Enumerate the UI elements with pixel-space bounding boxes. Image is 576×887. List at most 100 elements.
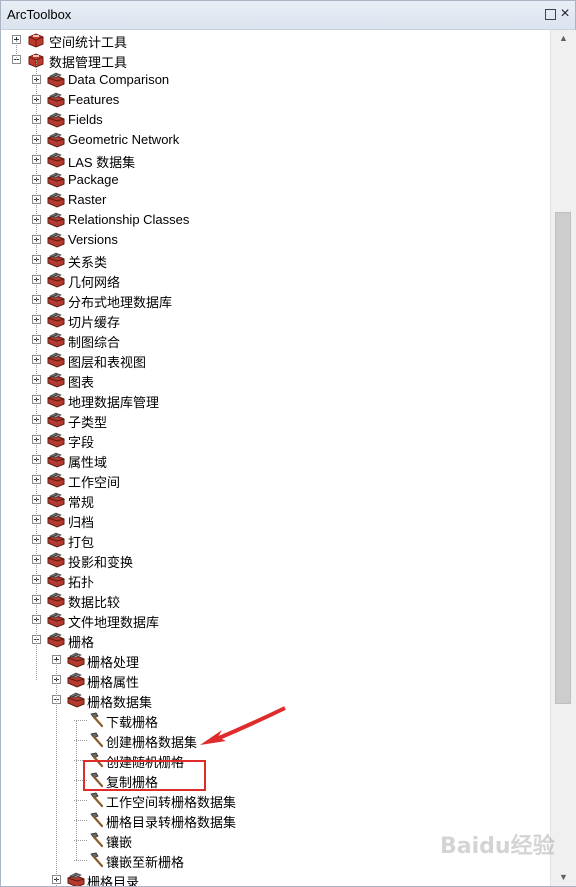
- scroll-up-arrow-icon[interactable]: ▲: [551, 30, 576, 47]
- toolset-item[interactable]: 拓扑: [1, 570, 550, 590]
- toolset-item[interactable]: 数据比较: [1, 590, 550, 610]
- tool-item[interactable]: 创建栅格数据集: [1, 730, 550, 750]
- tree-item-label: 工作空间: [68, 475, 121, 490]
- toolset-item[interactable]: 打包: [1, 530, 550, 550]
- toolset-icon: [67, 651, 85, 669]
- toolset-item[interactable]: Package: [1, 170, 550, 190]
- toolset-item[interactable]: 几何网络: [1, 270, 550, 290]
- toolset-icon: [47, 251, 65, 269]
- toolset-icon: [47, 591, 65, 609]
- tree-item-label: 图表: [68, 375, 95, 390]
- tool-item[interactable]: 栅格目录转栅格数据集: [1, 810, 550, 830]
- scroll-thumb[interactable]: [555, 212, 571, 704]
- toolset-icon: [47, 271, 65, 289]
- toolset-item[interactable]: 归档: [1, 510, 550, 530]
- toolset-item[interactable]: 图表: [1, 370, 550, 390]
- tree-item-label: 镶嵌: [106, 835, 133, 850]
- toolbox-tree[interactable]: 空间统计工具 数据管理工具 Data Comparison Features F…: [1, 30, 550, 886]
- toolset-item[interactable]: 栅格数据集: [1, 690, 550, 710]
- tree-item-label: 分布式地理数据库: [68, 295, 173, 310]
- toolset-item[interactable]: LAS 数据集: [1, 150, 550, 170]
- toolset-item[interactable]: 栅格: [1, 630, 550, 650]
- toolset-item[interactable]: 分布式地理数据库: [1, 290, 550, 310]
- tool-item[interactable]: 工作空间转栅格数据集: [1, 790, 550, 810]
- tree-item-label: Geometric Network: [68, 132, 180, 147]
- tree-item-label: 创建随机栅格: [106, 755, 185, 770]
- tree-item-label: 栅格属性: [87, 675, 140, 690]
- tree-connector-line: [36, 60, 37, 680]
- toolset-icon: [47, 451, 65, 469]
- tree-item-label: 归档: [68, 515, 95, 530]
- toolset-item[interactable]: 文件地理数据库: [1, 610, 550, 630]
- title-bar[interactable]: ArcToolbox ×: [1, 1, 575, 30]
- toolset-item[interactable]: Relationship Classes: [1, 210, 550, 230]
- toolbox-item[interactable]: 空间统计工具: [1, 30, 550, 50]
- toolset-item[interactable]: 属性域: [1, 450, 550, 470]
- tree-item-label: 地理数据库管理: [68, 395, 160, 410]
- tree-item-label: 数据比较: [68, 595, 121, 610]
- hammer-tool-icon: [87, 731, 105, 749]
- toolset-icon: [47, 551, 65, 569]
- tree-item-label: Raster: [68, 192, 107, 207]
- hammer-tool-icon: [87, 811, 105, 829]
- toolset-item[interactable]: 地理数据库管理: [1, 390, 550, 410]
- toolset-item[interactable]: 子类型: [1, 410, 550, 430]
- tree-item-label: 常规: [68, 495, 95, 510]
- tree-item-label: Relationship Classes: [68, 212, 190, 227]
- toolset-item[interactable]: 栅格处理: [1, 650, 550, 670]
- hammer-tool-icon: [87, 711, 105, 729]
- maximize-button[interactable]: [545, 9, 556, 20]
- tree-item-label: 工作空间转栅格数据集: [106, 795, 237, 810]
- toolset-icon: [47, 431, 65, 449]
- scroll-down-arrow-icon[interactable]: ▼: [551, 869, 576, 886]
- tool-item[interactable]: 创建随机栅格: [1, 750, 550, 770]
- tree-item-label: 属性域: [68, 455, 108, 470]
- tree-item-label: 复制栅格: [106, 775, 159, 790]
- toolset-item[interactable]: 图层和表视图: [1, 350, 550, 370]
- watermark: Baidu经验: [440, 834, 555, 859]
- toolset-icon: [47, 291, 65, 309]
- toolset-icon: [47, 471, 65, 489]
- toolset-item[interactable]: 栅格目录: [1, 870, 550, 886]
- toolset-icon: [47, 631, 65, 649]
- toolset-icon: [47, 411, 65, 429]
- toolset-icon: [47, 91, 65, 109]
- tree-item-label: 切片缓存: [68, 315, 121, 330]
- toolset-item[interactable]: 投影和变换: [1, 550, 550, 570]
- tree-item-label: 栅格处理: [87, 655, 140, 670]
- toolset-icon: [47, 611, 65, 629]
- toolset-icon: [47, 231, 65, 249]
- toolbox-item[interactable]: 数据管理工具: [1, 50, 550, 70]
- tree-item-label: 创建栅格数据集: [106, 735, 198, 750]
- toolset-item[interactable]: 制图综合: [1, 330, 550, 350]
- toolset-icon: [47, 191, 65, 209]
- toolset-item[interactable]: Raster: [1, 190, 550, 210]
- toolset-item[interactable]: Fields: [1, 110, 550, 130]
- close-button[interactable]: ×: [558, 6, 572, 22]
- toolset-item[interactable]: 切片缓存: [1, 310, 550, 330]
- toolset-item[interactable]: 常规: [1, 490, 550, 510]
- tool-item[interactable]: 下载栅格: [1, 710, 550, 730]
- tree-item-label: Package: [68, 172, 119, 187]
- tree-item-label: 字段: [68, 435, 95, 450]
- vertical-scrollbar[interactable]: ▲ ▼: [550, 30, 576, 886]
- tree-connector-line: [16, 40, 17, 60]
- toolset-icon: [47, 311, 65, 329]
- toolset-item[interactable]: Data Comparison: [1, 70, 550, 90]
- tool-item[interactable]: 复制栅格: [1, 770, 550, 790]
- hammer-tool-icon: [87, 851, 105, 869]
- toolset-item[interactable]: Features: [1, 90, 550, 110]
- toolset-item[interactable]: Geometric Network: [1, 130, 550, 150]
- toolset-icon: [47, 151, 65, 169]
- toolbox-icon: [27, 31, 45, 49]
- toolset-item[interactable]: 关系类: [1, 250, 550, 270]
- toolset-item[interactable]: 栅格属性: [1, 670, 550, 690]
- toolset-icon: [47, 211, 65, 229]
- toolset-icon: [47, 531, 65, 549]
- toolset-item[interactable]: 字段: [1, 430, 550, 450]
- tree-item-label: 关系类: [68, 255, 108, 270]
- toolset-item[interactable]: 工作空间: [1, 470, 550, 490]
- toolset-item[interactable]: Versions: [1, 230, 550, 250]
- tree-connector-line: [56, 660, 57, 886]
- tree-item-label: 镶嵌至新栅格: [106, 855, 185, 870]
